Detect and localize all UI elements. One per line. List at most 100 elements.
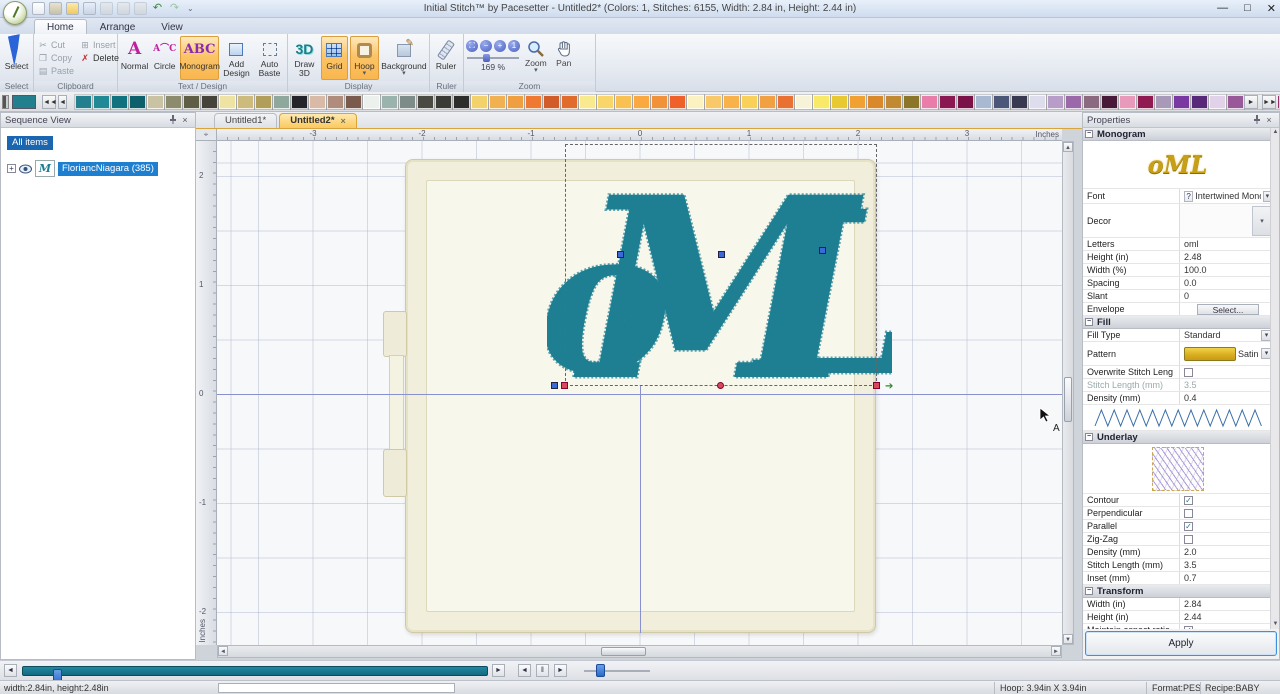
palette-swatch[interactable] <box>1083 95 1100 109</box>
palette-swatch[interactable] <box>597 95 614 109</box>
fill-density-value[interactable]: 0.4 <box>1179 392 1272 404</box>
palette-swatch[interactable] <box>75 95 92 109</box>
underlay-density-value[interactable]: 2.0 <box>1179 546 1272 558</box>
draw-3d-button[interactable]: 3D Draw 3D <box>290 36 319 80</box>
palette-swatch[interactable] <box>1029 95 1046 109</box>
sim-pause-icon[interactable]: ‖ <box>536 664 549 677</box>
palette-swatch[interactable] <box>1155 95 1172 109</box>
zoom-width-icon[interactable]: − <box>480 40 492 52</box>
all-items-label[interactable]: All items <box>7 136 53 150</box>
palette-swatch[interactable] <box>795 95 812 109</box>
scroll-down-icon[interactable]: ▼ <box>1063 634 1073 644</box>
inset-value[interactable]: 0.7 <box>1179 572 1272 584</box>
palette-swatch[interactable] <box>939 95 956 109</box>
palette-swatch[interactable] <box>651 95 668 109</box>
maximize-button[interactable]: □ <box>1244 2 1251 15</box>
palette-swatch[interactable] <box>615 95 632 109</box>
vscroll-thumb[interactable] <box>1064 377 1072 422</box>
add-design-button[interactable]: Add Design <box>221 36 252 80</box>
palette-prev-button[interactable]: ◄ <box>58 95 67 109</box>
palette-swatch[interactable] <box>921 95 938 109</box>
palette-next-button[interactable]: ► <box>1244 95 1258 109</box>
current-thread-color[interactable] <box>12 95 36 109</box>
palette-swatch[interactable] <box>705 95 722 109</box>
palette-last-button[interactable]: ►► <box>1262 95 1276 109</box>
palette-swatch[interactable] <box>831 95 848 109</box>
design-viewport[interactable]: o M L ➔ A <box>217 141 1062 645</box>
app-logo-icon[interactable] <box>3 1 27 25</box>
select-button[interactable]: Select <box>2 36 31 80</box>
palette-swatch[interactable] <box>327 95 344 109</box>
transform-width-value[interactable]: 2.84 <box>1179 598 1272 610</box>
sim-speed-thumb[interactable] <box>596 664 605 677</box>
stretch-arrow-icon[interactable]: ➔ <box>885 381 893 392</box>
spacing-value[interactable]: 0.0 <box>1179 277 1272 289</box>
palette-swatch[interactable] <box>1173 95 1190 109</box>
palette-swatch[interactable] <box>1191 95 1208 109</box>
copy-button[interactable]: ❐Copy <box>36 52 76 64</box>
palette-swatch[interactable] <box>723 95 740 109</box>
selection-handle-br[interactable] <box>873 382 880 389</box>
palette-swatch[interactable] <box>309 95 326 109</box>
auto-baste-button[interactable]: Auto Baste <box>254 36 285 80</box>
vertical-scrollbar[interactable]: ▲ ▼ <box>1062 141 1074 645</box>
expand-icon[interactable]: + <box>7 164 16 173</box>
insert-button[interactable]: ⊞Insert <box>78 39 121 51</box>
section-monogram[interactable]: − Monogram <box>1083 128 1272 141</box>
font-help-button[interactable]: ? <box>1184 191 1193 202</box>
zoom-tool-button[interactable]: Zoom ▾ <box>522 36 550 73</box>
maintain-aspect-checkbox[interactable]: ✓ <box>1184 626 1193 630</box>
palette-swatch[interactable] <box>165 95 182 109</box>
doc-tab-untitled2[interactable]: Untitled2* × <box>279 113 357 128</box>
apply-button[interactable]: Apply <box>1085 631 1277 656</box>
palette-swatch[interactable] <box>291 95 308 109</box>
zoom-actual-icon[interactable]: 1 <box>508 40 520 52</box>
palette-swatch[interactable] <box>849 95 866 109</box>
ruler-button[interactable]: Ruler <box>432 36 460 80</box>
paste-button[interactable]: ▤Paste <box>36 65 76 77</box>
hoop-button[interactable]: Hoop ▾ <box>350 36 379 80</box>
font-value[interactable]: Intertwined Monogra <box>1195 191 1261 201</box>
overwrite-checkbox[interactable] <box>1184 368 1193 377</box>
palette-swatch[interactable] <box>687 95 704 109</box>
envelope-select-button[interactable]: Select... <box>1197 304 1259 315</box>
sequence-item-row[interactable]: + M FloriancNiagara (385) <box>7 160 195 177</box>
palette-swatch[interactable] <box>543 95 560 109</box>
palette-swatch[interactable] <box>1011 95 1028 109</box>
background-button[interactable]: Background ▾ <box>381 36 427 80</box>
palette-swatch[interactable] <box>489 95 506 109</box>
collapse-icon[interactable]: − <box>1085 587 1093 595</box>
pin-icon[interactable] <box>167 114 179 126</box>
transform-height-value[interactable]: 2.44 <box>1179 611 1272 623</box>
sequence-item-label[interactable]: FloriancNiagara (385) <box>58 162 158 176</box>
palette-swatch[interactable] <box>759 95 776 109</box>
palette-swatch[interactable] <box>111 95 128 109</box>
node-handle-1[interactable] <box>617 251 624 258</box>
tab-arrange[interactable]: Arrange <box>87 19 149 34</box>
palette-swatch[interactable] <box>1209 95 1226 109</box>
decor-dropdown-icon[interactable]: ▾ <box>1252 206 1272 236</box>
section-fill[interactable]: − Fill <box>1083 316 1272 329</box>
palette-swatch[interactable] <box>813 95 830 109</box>
scroll-up-icon[interactable]: ▲ <box>1063 142 1073 152</box>
palette-swatch[interactable] <box>363 95 380 109</box>
parallel-checkbox[interactable]: ✓ <box>1184 522 1193 531</box>
hscroll-thumb[interactable] <box>601 647 646 656</box>
zoom-fit-icon[interactable]: ⛶ <box>466 40 478 52</box>
sim-speed-slider[interactable] <box>584 670 650 672</box>
palette-swatch[interactable] <box>975 95 992 109</box>
zoom-slider-thumb[interactable] <box>483 54 490 62</box>
properties-scrollbar[interactable]: ▲ ▼ <box>1270 128 1279 629</box>
palette-swatch[interactable] <box>399 95 416 109</box>
selection-handle-bl-blue[interactable] <box>551 382 558 389</box>
palette-swatch[interactable] <box>885 95 902 109</box>
zoom-slider[interactable] <box>467 54 519 62</box>
palette-swatch[interactable] <box>957 95 974 109</box>
pan-button[interactable]: Pan <box>552 36 576 68</box>
section-transform[interactable]: − Transform <box>1083 585 1272 598</box>
palette-swatch[interactable] <box>777 95 794 109</box>
palette-swatch[interactable] <box>345 95 362 109</box>
props-scroll-up-icon[interactable]: ▲ <box>1271 128 1280 137</box>
sim-step-forward-icon[interactable]: ► <box>492 664 505 677</box>
node-handle-2[interactable] <box>718 251 725 258</box>
